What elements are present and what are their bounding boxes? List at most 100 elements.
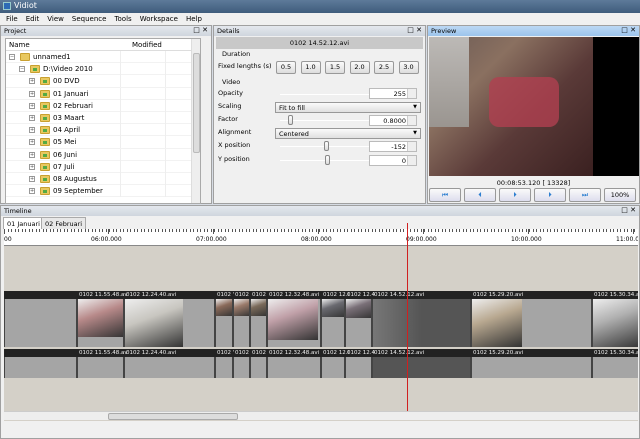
timeline-clip[interactable] bbox=[345, 357, 372, 378]
tree-item[interactable]: +07 Juli bbox=[6, 160, 200, 173]
step-back-button[interactable]: ⏴ bbox=[464, 188, 496, 202]
expand-toggle-icon[interactable]: + bbox=[29, 127, 35, 134]
tree-item[interactable]: +04 April bbox=[6, 124, 200, 137]
expand-toggle-icon[interactable]: + bbox=[29, 163, 35, 170]
scaling-value: Fit to fill bbox=[279, 104, 305, 112]
expand-toggle-icon[interactable]: − bbox=[19, 66, 25, 73]
expand-toggle-icon[interactable]: + bbox=[29, 151, 35, 158]
folder-icon bbox=[40, 162, 50, 171]
slider-handle[interactable] bbox=[325, 155, 330, 165]
horizontal-scrollbar[interactable] bbox=[4, 411, 638, 420]
zoom-button[interactable]: 100% bbox=[604, 188, 636, 202]
factor-input[interactable]: 0.8000 bbox=[369, 115, 417, 126]
menu-view[interactable]: View bbox=[47, 15, 64, 23]
expand-toggle-icon[interactable]: + bbox=[29, 90, 35, 97]
playhead-cursor[interactable] bbox=[407, 223, 408, 413]
timeline-clip[interactable] bbox=[124, 357, 215, 378]
expand-toggle-icon[interactable]: + bbox=[29, 102, 35, 109]
tree-item[interactable]: +00 DVD bbox=[6, 75, 200, 88]
fixed-length-button[interactable]: 2.0 bbox=[349, 61, 370, 74]
fixed-length-button[interactable]: 2.5 bbox=[374, 61, 394, 74]
scaling-select[interactable]: Fit to fill ▼ bbox=[275, 102, 421, 113]
x-position-input[interactable]: -152 bbox=[369, 141, 417, 152]
timeline-clip[interactable] bbox=[592, 357, 638, 378]
timeline-clip[interactable] bbox=[4, 357, 77, 378]
timeline-clip[interactable] bbox=[250, 299, 267, 347]
vertical-scrollbar[interactable] bbox=[191, 39, 200, 203]
tree-item[interactable]: +05 Mei bbox=[6, 136, 200, 149]
slider-handle[interactable] bbox=[324, 141, 329, 151]
tab-02-februari[interactable]: 02 Februari bbox=[41, 217, 87, 229]
tree-item[interactable]: +02 Februari bbox=[6, 99, 200, 112]
step-forward-button[interactable]: ⏵ bbox=[534, 188, 566, 202]
menu-workspace[interactable]: Workspace bbox=[140, 15, 178, 23]
menu-file[interactable]: File bbox=[6, 15, 18, 23]
timeline-clip[interactable] bbox=[321, 357, 345, 378]
y-position-input[interactable]: 0 bbox=[369, 155, 417, 166]
slider-handle[interactable] bbox=[288, 115, 293, 125]
alignment-select[interactable]: Centered ▼ bbox=[275, 128, 421, 139]
menu-sequence[interactable]: Sequence bbox=[72, 15, 107, 23]
tree-item[interactable]: +03 Maart bbox=[6, 111, 200, 125]
video-track[interactable] bbox=[4, 299, 638, 347]
fixed-length-button[interactable]: 0.5 bbox=[276, 61, 296, 74]
x-position-slider[interactable] bbox=[280, 141, 375, 151]
tree-item[interactable]: +08 Augustus bbox=[6, 172, 200, 186]
timeline-clip[interactable] bbox=[233, 299, 250, 347]
fixed-length-button[interactable]: 1.0 bbox=[300, 61, 321, 74]
column-modified[interactable]: Modified bbox=[132, 41, 162, 49]
fixed-length-button[interactable]: 1.5 bbox=[325, 61, 345, 74]
timeline-clip[interactable] bbox=[77, 357, 124, 378]
play-button[interactable]: ⏵ bbox=[499, 188, 531, 202]
tree-item[interactable]: +09 September bbox=[6, 185, 200, 198]
panel-buttons[interactable]: □ ✕ bbox=[621, 26, 636, 34]
tab-01-januari[interactable]: 01 Januari bbox=[3, 217, 44, 229]
timeline-clip[interactable] bbox=[471, 357, 592, 378]
time-ruler[interactable]: 00 06:00.000 07:00.000 08:00.000 09:00.000 10… bbox=[4, 229, 638, 246]
expand-toggle-icon[interactable]: + bbox=[29, 139, 35, 146]
tree-item[interactable]: +01 Januari bbox=[6, 87, 200, 100]
timeline-clip[interactable] bbox=[372, 357, 471, 378]
menu-edit[interactable]: Edit bbox=[26, 15, 40, 23]
opacity-input[interactable]: 255 bbox=[369, 88, 417, 99]
tree-item[interactable]: +06 Juni bbox=[6, 148, 200, 161]
timeline-clip[interactable] bbox=[345, 299, 372, 347]
timeline-clip[interactable] bbox=[215, 299, 233, 347]
fixed-length-button[interactable]: 3.0 bbox=[398, 61, 419, 74]
panel-buttons[interactable]: □ ✕ bbox=[407, 26, 422, 34]
timeline-clip[interactable] bbox=[267, 299, 321, 347]
skip-to-end-button[interactable]: ⏭ bbox=[569, 188, 601, 202]
expand-toggle-icon[interactable]: + bbox=[29, 175, 35, 182]
panel-buttons[interactable]: □ ✕ bbox=[621, 206, 636, 214]
timeline-clip[interactable] bbox=[4, 299, 77, 347]
factor-slider[interactable] bbox=[280, 115, 375, 125]
audio-track[interactable] bbox=[4, 357, 638, 378]
timeline-clip[interactable] bbox=[372, 299, 471, 347]
timeline-clip[interactable] bbox=[321, 299, 345, 347]
tracks-area[interactable]: 0102 11.55.48.avi 0102 12.24.40.avi 0102 '… bbox=[4, 246, 638, 421]
timeline-clip[interactable] bbox=[124, 299, 215, 347]
timeline-clip[interactable] bbox=[267, 357, 321, 378]
tree-item[interactable]: − unnamed1 bbox=[6, 51, 200, 64]
chevron-down-icon: ▼ bbox=[413, 130, 417, 136]
panel-buttons[interactable]: □ ✕ bbox=[193, 26, 208, 34]
expand-toggle-icon[interactable]: − bbox=[9, 54, 15, 60]
expand-toggle-icon[interactable]: + bbox=[29, 114, 35, 121]
timeline-clip[interactable] bbox=[250, 357, 267, 378]
menu-tools[interactable]: Tools bbox=[114, 15, 131, 23]
skip-to-start-button[interactable]: ⏮ bbox=[429, 188, 461, 202]
timeline-clip[interactable] bbox=[592, 299, 638, 347]
opacity-slider[interactable] bbox=[280, 89, 377, 99]
app-icon bbox=[3, 2, 11, 10]
y-position-slider[interactable] bbox=[280, 155, 375, 165]
expand-toggle-icon[interactable]: + bbox=[29, 188, 35, 195]
menu-help[interactable]: Help bbox=[186, 15, 202, 23]
timeline-clip[interactable] bbox=[233, 357, 250, 378]
timeline-clip[interactable] bbox=[77, 299, 124, 347]
column-name[interactable]: Name bbox=[9, 41, 30, 49]
timeline-clip[interactable] bbox=[215, 357, 233, 378]
expand-toggle-icon[interactable]: + bbox=[29, 78, 35, 85]
project-tree[interactable]: Name Modified − unnamed1− D:\Video 2010 +00 … bbox=[5, 38, 201, 204]
timeline-clip[interactable] bbox=[471, 299, 592, 347]
tree-item[interactable]: − D:\Video 2010 bbox=[6, 63, 200, 76]
